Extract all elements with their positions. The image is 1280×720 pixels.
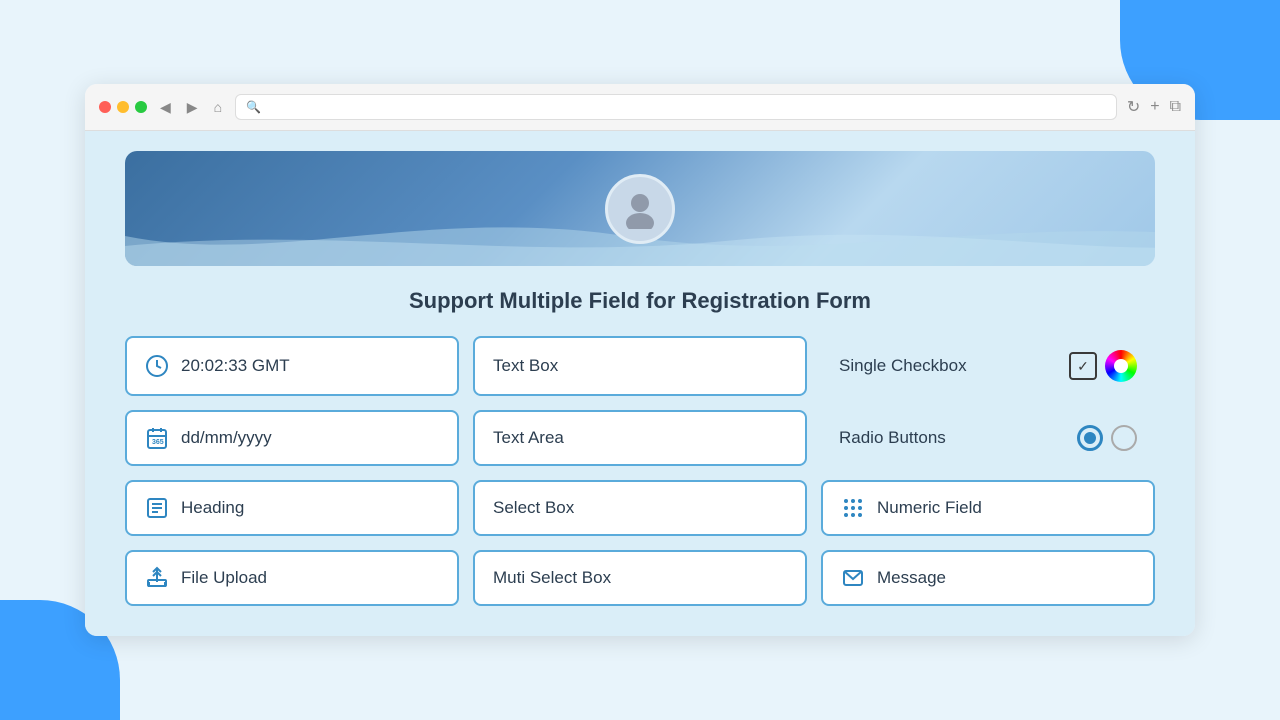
multiselect-field-label: Muti Select Box [493, 568, 611, 588]
radio-filled-icon [1077, 425, 1103, 451]
refresh-icon[interactable]: ↻ [1127, 97, 1140, 117]
new-tab-icon[interactable]: + [1150, 98, 1159, 116]
color-wheel-icon [1105, 350, 1137, 382]
message-field-label: Message [877, 568, 946, 588]
radio-buttons-label: Radio Buttons [839, 428, 946, 448]
multiselect-field-button[interactable]: Muti Select Box [473, 550, 807, 606]
numeric-field-label: Numeric Field [877, 498, 982, 518]
fields-grid: 20:02:33 GMT Text Box Single Checkbox ✓ [125, 336, 1155, 606]
svg-text:365: 365 [152, 439, 164, 446]
home-button[interactable]: ⌂ [211, 99, 225, 115]
forward-button[interactable]: ▶ [184, 99, 201, 116]
textbox-field-label: Text Box [493, 356, 558, 376]
traffic-lights [99, 101, 147, 113]
hero-banner [125, 151, 1155, 266]
selectbox-field-button[interactable]: Select Box [473, 480, 807, 536]
file-upload-field-label: File Upload [181, 568, 267, 588]
radio-empty-icon [1111, 425, 1137, 451]
heading-field-button[interactable]: Heading [125, 480, 459, 536]
calendar-icon: 365 [145, 426, 169, 450]
single-checkbox-field[interactable]: Single Checkbox ✓ [821, 336, 1155, 396]
date-field-label: dd/mm/yyyy [181, 428, 272, 448]
textarea-field-button[interactable]: Text Area [473, 410, 807, 466]
minimize-button[interactable] [117, 101, 129, 113]
avatar-icon [620, 189, 660, 229]
clock-field-label: 20:02:33 GMT [181, 356, 290, 376]
message-field-button[interactable]: Message [821, 550, 1155, 606]
checkbox-icon: ✓ [1069, 352, 1097, 380]
url-bar[interactable]: 🔍 [235, 94, 1117, 120]
message-icon [841, 566, 865, 590]
upload-icon [145, 566, 169, 590]
textarea-field-label: Text Area [493, 428, 564, 448]
grid-dots-svg [841, 496, 865, 520]
close-button[interactable] [99, 101, 111, 113]
file-upload-field-button[interactable]: File Upload [125, 550, 459, 606]
avatar [605, 174, 675, 244]
heading-field-label: Heading [181, 498, 244, 518]
numeric-icon [841, 496, 865, 520]
maximize-button[interactable] [135, 101, 147, 113]
clock-field-button[interactable]: 20:02:33 GMT [125, 336, 459, 396]
selectbox-field-label: Select Box [493, 498, 574, 518]
browser-window: ◀ ▶ ⌂ 🔍 ↻ + ⧉ Support Multiple Field for [85, 84, 1195, 636]
copy-icon[interactable]: ⧉ [1170, 98, 1181, 116]
heading-icon [145, 496, 169, 520]
textbox-field-button[interactable]: Text Box [473, 336, 807, 396]
clock-icon [145, 354, 169, 378]
back-button[interactable]: ◀ [157, 99, 174, 116]
date-field-button[interactable]: 365 dd/mm/yyyy [125, 410, 459, 466]
search-icon: 🔍 [246, 100, 261, 114]
radio-buttons-field[interactable]: Radio Buttons [821, 410, 1155, 466]
checkbox-icons: ✓ [1069, 350, 1137, 382]
page-title: Support Multiple Field for Registration … [125, 288, 1155, 314]
numeric-field-button[interactable]: Numeric Field [821, 480, 1155, 536]
page-content: Support Multiple Field for Registration … [85, 131, 1195, 636]
single-checkbox-label: Single Checkbox [839, 356, 967, 376]
browser-chrome: ◀ ▶ ⌂ 🔍 ↻ + ⧉ [85, 84, 1195, 131]
radio-icons [1077, 425, 1137, 451]
